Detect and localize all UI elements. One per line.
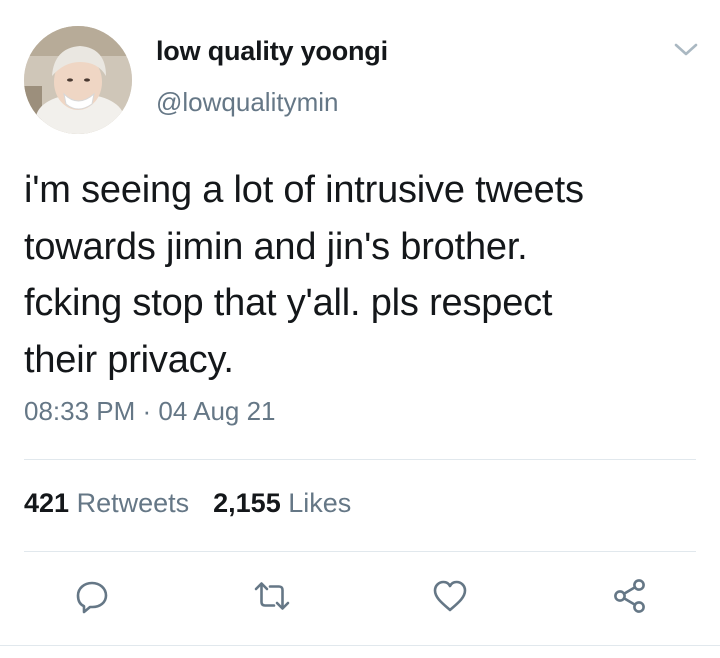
user-handle[interactable]: @lowqualitymin <box>156 87 338 118</box>
heart-icon <box>433 580 467 612</box>
retweet-button[interactable] <box>250 574 294 618</box>
avatar-photo <box>24 26 132 134</box>
retweets-stat[interactable]: 421 Retweets <box>24 488 189 518</box>
likes-label: Likes <box>288 488 352 518</box>
tweet-card: low quality yoongi @lowqualitymin i'm se… <box>0 0 720 658</box>
tweet-stats: 421 Retweets 2,155 Likes <box>24 488 351 519</box>
retweets-label: Retweets <box>76 488 190 518</box>
retweets-count: 421 <box>24 488 70 518</box>
share-button[interactable] <box>608 574 652 618</box>
display-name[interactable]: low quality yoongi <box>156 36 388 67</box>
like-button[interactable] <box>428 574 472 618</box>
share-icon <box>614 579 645 613</box>
divider <box>24 459 696 460</box>
reply-button[interactable] <box>70 574 114 618</box>
meta-separator: · <box>135 396 159 426</box>
divider <box>24 551 696 552</box>
tweet-text: i'm seeing a lot of intrusive tweets tow… <box>24 169 584 381</box>
tweet-time: 08:33 PM <box>24 396 136 426</box>
tweet-date: 04 Aug 21 <box>158 396 276 426</box>
likes-stat[interactable]: 2,155 Likes <box>213 488 351 518</box>
tweet-timestamp[interactable]: 08:33 PM · 04 Aug 21 <box>24 396 276 427</box>
chevron-down-icon[interactable] <box>672 40 700 60</box>
likes-count: 2,155 <box>213 488 281 518</box>
avatar[interactable] <box>24 26 132 134</box>
retweet-icon <box>254 582 290 610</box>
reply-icon <box>76 581 108 614</box>
divider <box>0 645 720 646</box>
